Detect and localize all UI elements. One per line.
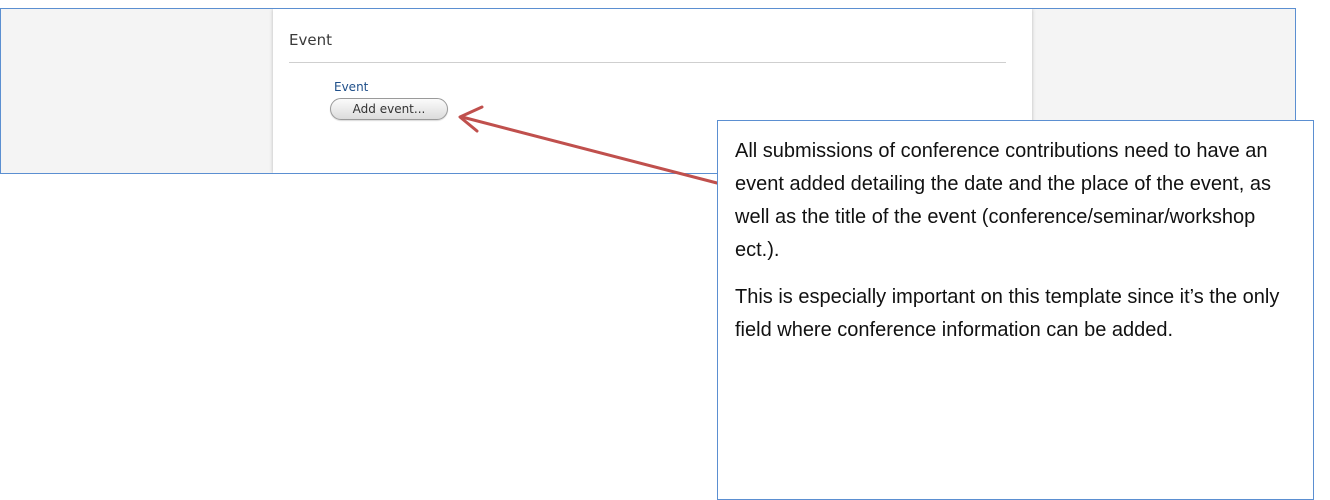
annotation-callout: All submissions of conference contributi… [717,120,1314,500]
section-title: Event [289,31,332,49]
callout-paragraph-1: All submissions of conference contributi… [735,140,1271,261]
event-field-label: Event [334,80,369,94]
section-divider [289,62,1006,63]
callout-paragraph-2: This is especially important on this tem… [735,286,1280,341]
add-event-button[interactable]: Add event... [330,98,448,120]
